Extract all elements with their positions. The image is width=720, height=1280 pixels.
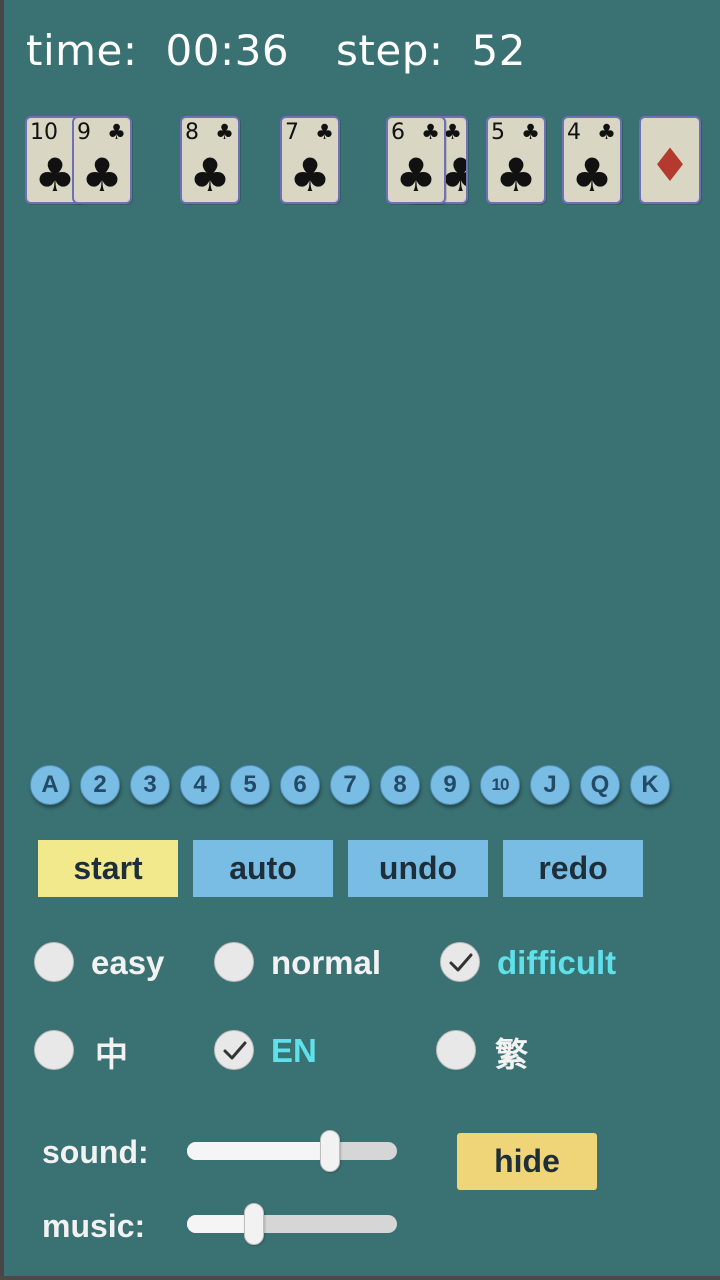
card-6-clubs[interactable]: 6 ♣ ♣ (386, 116, 446, 204)
rank-button-4[interactable]: 4 (180, 765, 220, 805)
club-suit-icon: ♣ (189, 148, 231, 202)
club-suit-icon: ♣ (289, 148, 331, 202)
rank-button-7[interactable]: 7 (330, 765, 370, 805)
radio-lang-zh-label: 中 (95, 1035, 128, 1074)
card-rank: 4 (567, 120, 581, 145)
card-rank: 6 (391, 120, 405, 145)
music-label: music: (42, 1208, 146, 1244)
card-9-clubs[interactable]: 9 ♣ ♣ (72, 116, 132, 204)
rank-button-k[interactable]: K (630, 765, 670, 805)
club-suit-small-icon: ♣ (421, 120, 440, 144)
sound-slider-thumb[interactable] (320, 1130, 340, 1172)
card-5-clubs[interactable]: 5 ♣ ♣ (486, 116, 546, 204)
club-suit-icon: ♣ (495, 148, 537, 202)
card-4-clubs[interactable]: 4 ♣ ♣ (562, 116, 622, 204)
radio-lang-en[interactable] (214, 1030, 254, 1070)
check-icon (223, 1041, 247, 1060)
auto-button[interactable]: auto (193, 840, 333, 897)
rank-button-j[interactable]: J (530, 765, 570, 805)
sound-slider-fill (187, 1142, 330, 1160)
start-button[interactable]: start (38, 840, 178, 897)
club-suit-small-icon: ♣ (597, 120, 616, 144)
rank-button-q[interactable]: Q (580, 765, 620, 805)
hide-button[interactable]: hide (457, 1133, 597, 1190)
radio-difficult-label: difficult (497, 944, 617, 981)
music-slider-track[interactable] (187, 1215, 397, 1233)
card-rank: 7 (285, 120, 299, 145)
sound-slider-track[interactable] (187, 1142, 397, 1160)
card-rank: 8 (185, 120, 199, 145)
card-7-clubs[interactable]: 7 ♣ ♣ (280, 116, 340, 204)
time-display: time: 00:36 (26, 26, 289, 75)
time-value: 00:36 (165, 26, 290, 75)
rank-button-5[interactable]: 5 (230, 765, 270, 805)
club-suit-small-icon: ♣ (107, 120, 126, 144)
time-label: time: (26, 26, 138, 75)
radio-lang-zht[interactable] (436, 1030, 476, 1070)
radio-lang-zht-label: 繁 (495, 1035, 528, 1074)
radio-easy-label: easy (91, 944, 165, 981)
left-edge-bar (0, 0, 4, 1280)
undo-button[interactable]: undo (348, 840, 488, 897)
club-suit-small-icon: ♣ (215, 120, 234, 144)
card-rank: 9 (77, 120, 91, 145)
radio-easy[interactable] (34, 942, 74, 982)
club-suit-icon: ♣ (81, 148, 123, 202)
radio-normal-label: normal (271, 944, 382, 981)
redo-button[interactable]: redo (503, 840, 643, 897)
sound-label: sound: (42, 1134, 149, 1170)
diamond-suit-icon: ♦ (649, 138, 691, 192)
radio-lang-zh[interactable] (34, 1030, 74, 1070)
music-slider-thumb[interactable] (244, 1203, 264, 1245)
radio-lang-en-label: EN (271, 1032, 317, 1069)
card-diamond-partial[interactable]: ♦ (639, 116, 701, 204)
check-icon (449, 953, 473, 972)
rank-button-8[interactable]: 8 (380, 765, 420, 805)
radio-difficult[interactable] (440, 942, 480, 982)
rank-button-9[interactable]: 9 (430, 765, 470, 805)
card-8-clubs[interactable]: 8 ♣ ♣ (180, 116, 240, 204)
step-display: step: 52 (336, 26, 526, 75)
rank-button-6[interactable]: 6 (280, 765, 320, 805)
rank-button-2[interactable]: 2 (80, 765, 120, 805)
step-value: 52 (471, 26, 526, 75)
rank-button-3[interactable]: 3 (130, 765, 170, 805)
club-suit-icon: ♣ (395, 148, 437, 202)
rank-button-a[interactable]: A (30, 765, 70, 805)
club-suit-small-icon: ♣ (315, 120, 334, 144)
card-rank: 10 (30, 120, 58, 145)
rank-button-10[interactable]: 10 (480, 765, 520, 805)
step-label: step: (336, 26, 444, 75)
club-suit-icon: ♣ (571, 148, 613, 202)
radio-normal[interactable] (214, 942, 254, 982)
bottom-edge-bar (0, 1276, 720, 1280)
card-rank: 5 (491, 120, 505, 145)
club-suit-small-icon: ♣ (521, 120, 540, 144)
